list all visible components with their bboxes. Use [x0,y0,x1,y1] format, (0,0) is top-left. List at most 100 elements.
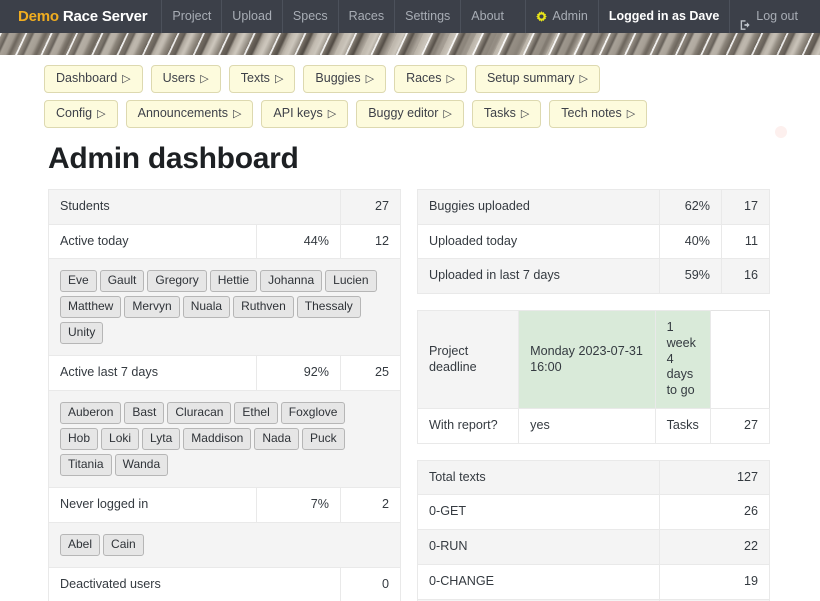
admin-button-buggies[interactable]: Buggies ▷ [303,65,387,93]
table-row: Total texts 127 [417,459,770,496]
table-row: 0-GET 26 [417,494,770,531]
nav-item-specs[interactable]: Specs [281,0,338,33]
logout-button[interactable]: Log out [729,0,808,33]
sign-out-icon [740,11,751,30]
admin-button-label: Buggies [315,71,361,85]
nav-item-admin[interactable]: Admin [525,0,597,33]
user-chip[interactable]: Eve [60,270,97,293]
table-row: 0-CHANGE 19 [417,563,770,600]
user-chip[interactable]: Cluracan [167,402,232,425]
play-triangle-icon: ▷ [579,73,588,85]
nav-right-group: Admin Logged in as Dave Log out [525,0,808,33]
admin-button-buggy-editor[interactable]: Buggy editor ▷ [356,100,464,128]
gear-icon [536,11,548,22]
admin-button-announcements[interactable]: Announcements ▷ [125,100,254,128]
admin-button-label: Races [406,71,442,85]
table-row: Uploaded in last 7 days 59% 16 [417,258,770,295]
user-chip[interactable]: Matthew [60,296,122,319]
table-row: Active last 7 days 92% 25 [48,355,401,392]
stat-label: Uploaded today [417,223,660,260]
admin-button-label: Setup summary [486,71,575,85]
logged-in-user[interactable]: Logged in as Dave [597,0,729,33]
stat-label: Uploaded in last 7 days [417,258,660,295]
nav-item-races[interactable]: Races [337,0,394,33]
play-triangle-icon: ▷ [446,73,455,85]
table-row: Deactivated users 0 [48,566,401,601]
right-column: Buggies uploaded 62% 17 Uploaded today 40% 11… [416,189,771,601]
user-chip[interactable]: Titania [60,454,112,477]
admin-button-tech-notes[interactable]: Tech notes ▷ [549,100,648,128]
brand-logo[interactable]: Demo Race Server [12,8,161,25]
user-chip[interactable]: Johanna [260,270,323,293]
user-chip[interactable]: Cain [103,533,144,556]
admin-button-label: Tech notes [561,106,622,120]
page-title: Admin dashboard [48,142,299,175]
nav-item-project[interactable]: Project [161,0,221,33]
text-label: Total texts [417,459,660,496]
admin-button-tasks[interactable]: Tasks ▷ [471,100,542,128]
logged-in-user-label: Logged in as Dave [608,9,720,23]
nav-item-upload[interactable]: Upload [221,0,282,33]
user-chip[interactable]: Unity [60,322,104,345]
nav-item-about[interactable]: About [460,0,514,33]
admin-button-dashboard[interactable]: Dashboard ▷ [44,65,143,93]
admin-button-config[interactable]: Config ▷ [44,100,118,128]
top-navbar: Demo Race Server Project Upload Specs Races… [0,0,820,33]
user-chip[interactable]: Foxglove [280,402,346,425]
admin-button-label: Config [56,106,93,120]
user-chip[interactable]: Gault [99,270,145,293]
table-row: Project deadline Monday 2023-07-31 16:00… [416,310,770,409]
play-triangle-icon: ▷ [274,73,284,85]
user-chip[interactable]: Abel [60,533,101,556]
deadline-value: Monday 2023-07-31 16:00 [518,310,656,409]
user-chip[interactable]: Nada [254,428,299,451]
user-chip[interactable]: Wanda [114,454,169,477]
play-triangle-icon: ▷ [97,108,106,120]
user-chip[interactable]: Lyta [142,428,181,451]
admin-button-users[interactable]: Users ▷ [150,65,221,93]
user-chip[interactable]: Maddison [183,428,252,451]
brand-demo-text: Demo [18,8,59,25]
admin-button-texts[interactable]: Texts ▷ [228,65,296,93]
rope-texture-band [0,33,820,55]
user-chip[interactable]: Bast [124,402,165,425]
admin-nav-buttons: Dashboard ▷ Users ▷ Texts ▷ Buggies ▷ Races ▷ Setu… [0,55,820,128]
nav-links: Project Upload Specs Races Settings About [161,0,514,33]
user-chip[interactable]: Hob [60,428,99,451]
user-chip[interactable]: Lucien [325,270,377,293]
stat-value: 16 [721,258,770,295]
user-chip[interactable]: Ethel [234,402,278,425]
nav-item-settings[interactable]: Settings [394,0,460,33]
play-triangle-icon: ▷ [443,108,452,120]
user-chip[interactable]: Puck [302,428,345,451]
texts-summary-table: Total texts1270-GET260-RUN220-CHANGE191-… [417,459,770,601]
table-row: Abel Cain [48,521,401,568]
stat-percent: 40% [659,223,722,260]
tasks-value: 27 [709,407,771,444]
user-chip[interactable]: Mervyn [124,296,180,319]
text-count: 19 [659,563,770,600]
user-chip[interactable]: Hettie [209,270,258,293]
brand-name-text: Race Server [62,8,148,25]
stat-value: 25 [340,355,401,392]
admin-button-api-keys[interactable]: API keys ▷ [261,100,349,128]
user-chip[interactable]: Gregory [147,270,207,293]
user-chip[interactable]: Loki [101,428,140,451]
table-row: Eve Gault Gregory Hettie Johanna Lucien Matthe… [48,258,401,357]
user-chip[interactable]: Ruthven [233,296,294,319]
name-chip-group: Eve Gault Gregory Hettie Johanna Lucien Matthe… [48,258,401,357]
stat-label: Buggies uploaded [417,189,660,225]
admin-button-races[interactable]: Races ▷ [394,65,467,93]
stat-value: 11 [721,223,770,260]
tasks-label: Tasks [654,407,711,444]
user-chip[interactable]: Nuala [182,296,231,319]
user-chip[interactable]: Thessaly [296,296,361,319]
text-count: 127 [659,459,770,496]
stat-label: Active last 7 days [48,355,257,392]
play-triangle-icon: ▷ [520,108,530,120]
stat-percent: 59% [659,258,722,295]
user-chip[interactable]: Auberon [60,402,122,425]
deadline-table: Project deadline Monday 2023-07-31 16:00… [416,310,771,444]
admin-button-setup-summary[interactable]: Setup summary ▷ [474,65,600,93]
name-chip-group: Abel Cain [48,521,401,568]
